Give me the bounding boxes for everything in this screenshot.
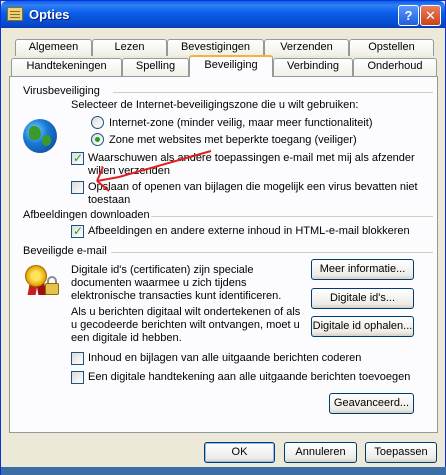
advanced-button[interactable]: Geavanceerd...: [329, 393, 414, 414]
images-separator: [151, 216, 433, 217]
block-images-label[interactable]: Afbeeldingen en andere externe inhoud in…: [88, 225, 410, 238]
sign-label[interactable]: Een digitale handtekening aan alle uitga…: [88, 371, 410, 384]
ok-button[interactable]: OK: [204, 442, 275, 463]
radio-internet-zone[interactable]: [91, 116, 104, 129]
sign-checkbox[interactable]: [71, 371, 84, 384]
digital-id-desc-1: Digitale id's (certificaten) zijn specia…: [71, 264, 254, 276]
help-button[interactable]: ?: [398, 5, 419, 26]
zone-prompt: Selecteer de Internet-beveiligingszone d…: [71, 99, 359, 111]
taskbar-strip: [1, 467, 446, 475]
block-attachments-checkbox[interactable]: [71, 181, 84, 194]
radio-restricted-label[interactable]: Zone met websites met beperkte toegang (…: [109, 134, 357, 147]
apply-button[interactable]: Toepassen: [365, 442, 437, 463]
tab-handtekeningen[interactable]: Handtekeningen: [11, 58, 122, 77]
options-dialog: Opties ? ✕ Algemeen Lezen Bevestigingen …: [0, 0, 446, 475]
app-icon: [7, 7, 23, 21]
warn-send-checkbox[interactable]: [71, 151, 84, 165]
images-heading: Afbeeldingen downloaden: [23, 209, 150, 221]
tab-onderhoud[interactable]: Onderhoud: [353, 58, 437, 77]
virus-heading: Virusbeveiliging: [23, 85, 100, 97]
more-info-button[interactable]: Meer informatie...: [311, 259, 414, 280]
globe-icon: [23, 119, 57, 153]
tab-spelling[interactable]: Spelling: [122, 58, 189, 77]
cancel-button[interactable]: Annuleren: [284, 442, 357, 463]
tab-opstellen[interactable]: Opstellen: [349, 39, 434, 56]
radio-restricted-zone[interactable]: [91, 133, 104, 146]
tab-beveiliging[interactable]: Beveiliging: [189, 55, 273, 77]
window-title: Opties: [29, 7, 70, 22]
secure-separator: [111, 252, 433, 253]
tab-algemeen[interactable]: Algemeen: [15, 39, 92, 56]
radio-internet-label[interactable]: Internet-zone (minder veilig, maar meer …: [109, 117, 373, 130]
digital-id-desc-5: u gecodeerde berichten wilt ontvangen, m…: [71, 319, 300, 331]
digital-id-desc-3: elektronische transacties kunt identific…: [71, 290, 282, 302]
digital-id-desc-6: een digitale id hebben.: [71, 332, 182, 344]
get-digital-id-button[interactable]: Digitale id ophalen...: [311, 316, 414, 337]
tab-bevestigingen[interactable]: Bevestigingen: [167, 39, 264, 56]
annotation-arrow-icon: [96, 150, 212, 192]
encrypt-checkbox[interactable]: [71, 352, 84, 365]
certificate-icon: [23, 265, 61, 301]
digital-id-desc-2: documenten waarmee u zich tijdens: [71, 277, 247, 289]
digital-ids-button[interactable]: Digitale id's...: [311, 288, 414, 309]
close-button[interactable]: ✕: [420, 5, 441, 26]
tab-verzenden[interactable]: Verzenden: [264, 39, 349, 56]
virus-separator: [113, 92, 433, 93]
digital-id-desc-4: Als u berichten digitaal wilt onderteken…: [71, 306, 301, 318]
tab-lezen[interactable]: Lezen: [92, 39, 167, 56]
encrypt-label[interactable]: Inhoud en bijlagen van alle uitgaande be…: [88, 352, 361, 365]
tab-verbinding[interactable]: Verbinding: [273, 58, 353, 77]
block-images-checkbox[interactable]: [71, 224, 84, 238]
secure-heading: Beveiligde e-mail: [23, 245, 107, 257]
title-bar[interactable]: Opties ? ✕: [1, 1, 445, 28]
